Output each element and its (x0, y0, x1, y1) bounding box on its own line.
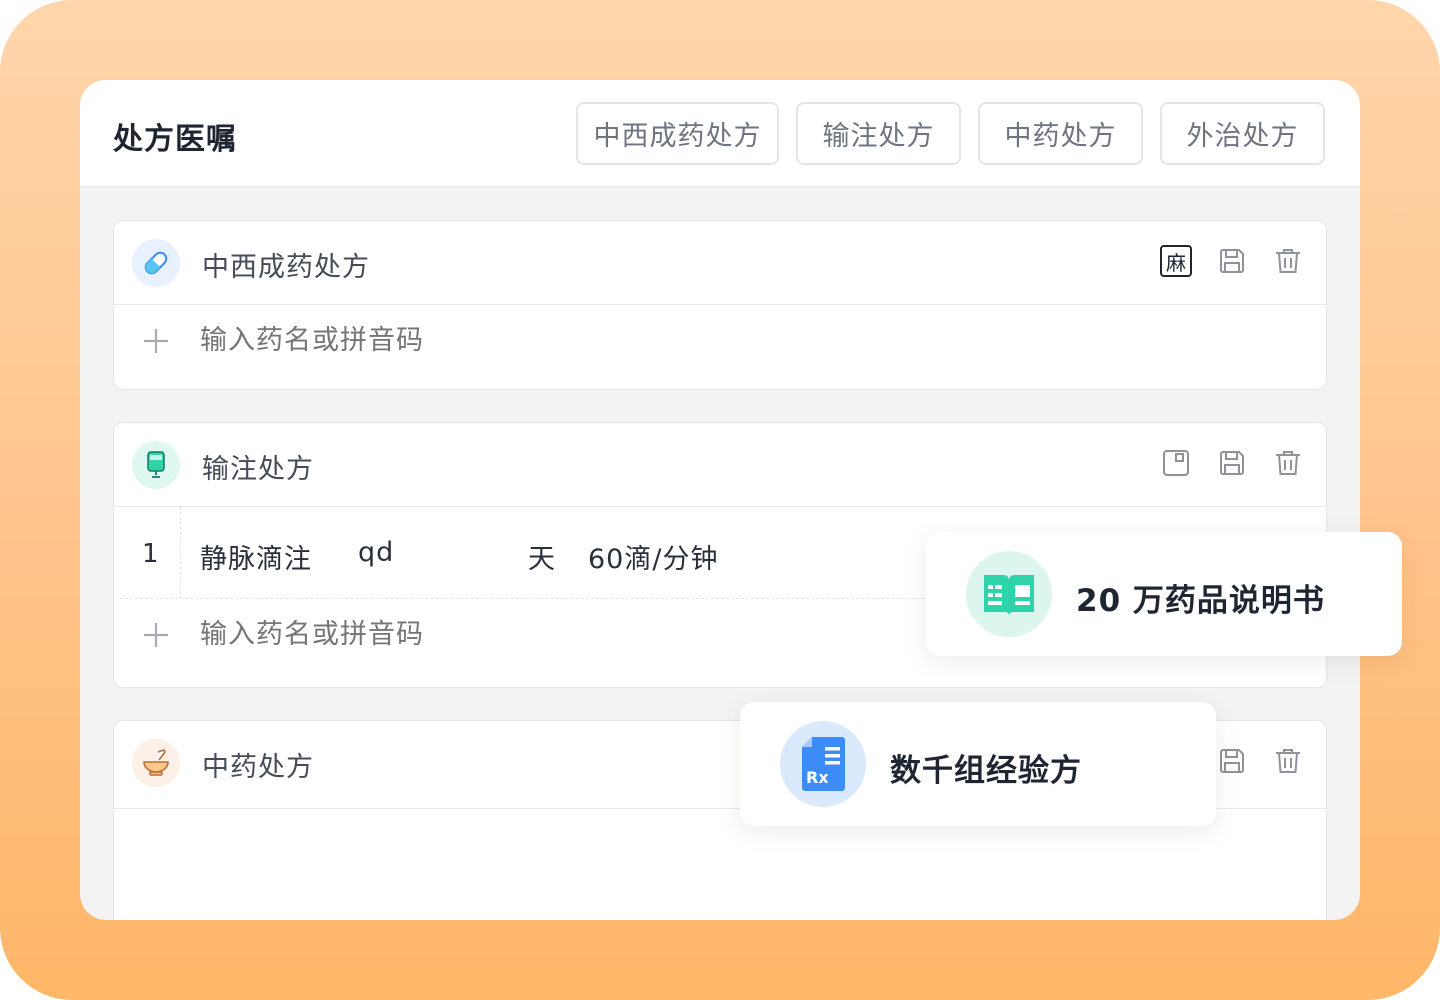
rx-document-icon: Rx (780, 721, 866, 807)
narcotic-badge: 麻 (1160, 245, 1192, 277)
tab-western-medicine[interactable]: 中西成药处方 (576, 102, 779, 165)
card-actions: 麻 (1160, 245, 1304, 277)
row-index: 1 (142, 539, 159, 569)
drug-manual-text: 20 万药品说明书 (1076, 583, 1325, 619)
drug-search-input[interactable] (200, 325, 700, 356)
book-icon (966, 551, 1052, 637)
card-title: 中药处方 (202, 752, 314, 783)
experience-prescription-feature-card: Rx 数千组经验方 (740, 702, 1216, 826)
infusion-bag-icon (132, 441, 180, 489)
panel-header: 处方医嘱 中西成药处方 输注处方 中药处方 外治处方 (80, 80, 1360, 187)
trash-icon[interactable] (1272, 745, 1304, 777)
add-drug-row (114, 305, 1326, 387)
card-title: 中西成药处方 (202, 252, 370, 283)
row-divider (180, 507, 181, 599)
experience-prescription-text: 数千组经验方 (890, 753, 1082, 789)
save-icon[interactable] (1216, 447, 1248, 479)
western-medicine-card: 中西成药处方 麻 (113, 220, 1327, 390)
mortar-icon (132, 739, 180, 787)
card-title: 输注处方 (202, 454, 314, 485)
prescription-tabs: 中西成药处方 输注处方 中药处方 外治处方 (576, 102, 1325, 165)
card-actions (1160, 447, 1304, 479)
frequency-field[interactable]: qd (358, 537, 394, 568)
trash-icon[interactable] (1272, 447, 1304, 479)
panel-title: 处方医嘱 (113, 122, 237, 157)
route-field[interactable]: 静脉滴注 (200, 537, 312, 576)
template-icon[interactable] (1160, 447, 1192, 479)
tab-external[interactable]: 外治处方 (1160, 102, 1325, 165)
rx-label: Rx (806, 768, 829, 787)
tab-infusion[interactable]: 输注处方 (796, 102, 961, 165)
save-icon[interactable] (1216, 245, 1248, 277)
drip-speed-field[interactable]: 60滴/分钟 (588, 537, 718, 576)
plus-icon[interactable] (142, 327, 170, 355)
trash-icon[interactable] (1272, 245, 1304, 277)
plus-icon[interactable] (142, 621, 170, 649)
save-icon[interactable] (1216, 745, 1248, 777)
card-header: 中西成药处方 麻 (114, 221, 1326, 305)
drug-search-input[interactable] (200, 619, 700, 650)
card-actions (1216, 745, 1304, 777)
pill-icon (132, 239, 180, 287)
narcotic-badge-button[interactable]: 麻 (1160, 245, 1192, 277)
drug-manual-feature-card: 20 万药品说明书 (926, 532, 1402, 656)
tab-herbal[interactable]: 中药处方 (978, 102, 1143, 165)
duration-unit-field[interactable]: 天 (528, 537, 556, 576)
card-header: 输注处方 (114, 423, 1326, 507)
